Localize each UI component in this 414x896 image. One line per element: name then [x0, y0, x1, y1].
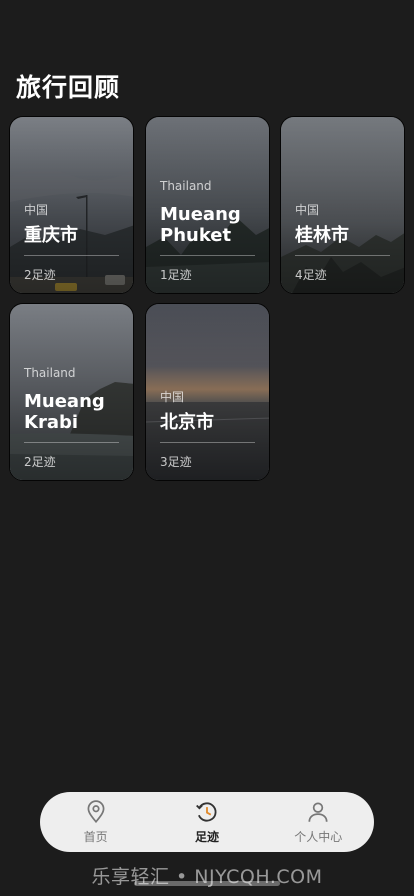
card-country: Thailand: [160, 179, 212, 193]
page-title: 旅行回顾: [16, 73, 121, 102]
tab-footprints[interactable]: 足迹: [162, 792, 252, 852]
card-divider: [160, 255, 255, 256]
card-country: 中国: [160, 390, 185, 404]
card-city: 北京市: [160, 412, 214, 433]
tab-profile-label: 个人中心: [294, 830, 343, 844]
trip-card-krabi[interactable]: Thailand Mueang Krabi 2足迹: [9, 303, 134, 481]
card-footprint-count: 2足迹: [24, 455, 56, 469]
card-country: Thailand: [24, 366, 76, 380]
card-footprint-count: 4足迹: [295, 268, 327, 282]
location-pin-icon: [87, 800, 105, 824]
card-footprint-count: 2足迹: [24, 268, 56, 282]
card-footprint-count: 1足迹: [160, 268, 192, 282]
person-icon: [308, 802, 328, 822]
tab-footprints-label: 足迹: [194, 830, 219, 844]
card-country: 中国: [295, 203, 320, 217]
card-country: 中国: [24, 203, 49, 217]
card-divider: [160, 442, 255, 443]
card-city: 桂林市: [295, 225, 349, 246]
trip-card-beijing[interactable]: 中国 北京市 3足迹: [145, 303, 270, 481]
card-divider: [24, 442, 119, 443]
trip-card-phuket[interactable]: Thailand Mueang Phuket 1足迹: [145, 116, 270, 294]
card-footprint-count: 3足迹: [160, 455, 192, 469]
card-divider: [295, 255, 390, 256]
trip-card-guilin[interactable]: 中国 桂林市 4足迹: [280, 116, 405, 294]
card-city: 重庆市: [24, 225, 78, 246]
trip-card-chongqing[interactable]: 中国 重庆市 2足迹: [9, 116, 134, 294]
tab-home[interactable]: 首页: [51, 792, 141, 852]
card-city: Mueang Phuket: [160, 204, 241, 246]
home-indicator[interactable]: [134, 881, 280, 886]
tab-profile[interactable]: 个人中心: [273, 792, 363, 852]
card-city: Mueang Krabi: [24, 391, 105, 433]
history-icon: [196, 802, 217, 822]
card-divider: [24, 255, 119, 256]
bottom-tab-bar: 首页 足迹 个人中心: [40, 792, 374, 852]
tab-home-label: 首页: [83, 830, 108, 844]
